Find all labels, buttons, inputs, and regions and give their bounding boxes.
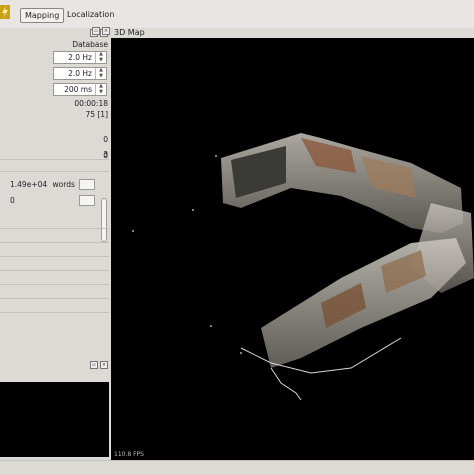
3d-map-canvas[interactable] bbox=[111, 38, 474, 460]
divider bbox=[0, 284, 109, 285]
map-title: 3D Map bbox=[114, 28, 145, 37]
scrollbar[interactable] bbox=[101, 198, 107, 242]
divider bbox=[0, 228, 109, 229]
point-cloud bbox=[132, 133, 474, 401]
divider bbox=[0, 171, 109, 172]
elapsed-time: 00:00:18 bbox=[74, 99, 108, 108]
plot-icon[interactable] bbox=[79, 179, 95, 190]
value-d: 0 bbox=[10, 196, 15, 205]
float-icon[interactable]: ▫ bbox=[92, 27, 100, 35]
divider bbox=[0, 298, 109, 299]
time-threshold-spinbox[interactable]: 200 ms ▲ ▼ bbox=[53, 83, 107, 96]
fps-label: 110.8 FPS bbox=[114, 451, 144, 458]
status-bar bbox=[0, 460, 474, 475]
mapping-button[interactable]: Mapping bbox=[20, 8, 65, 23]
publish-rate-spinbox[interactable]: 2.0 Hz ▲ ▼ bbox=[53, 67, 107, 80]
divider bbox=[0, 242, 109, 243]
float-icon[interactable]: ▫ bbox=[90, 361, 98, 369]
spin-arrows-icon[interactable]: ▲ ▼ bbox=[95, 51, 106, 63]
trajectory bbox=[270, 367, 302, 401]
divider bbox=[0, 312, 109, 313]
toolbar: Mapping Localization bbox=[0, 0, 474, 28]
divider bbox=[0, 270, 109, 271]
value-a: 0 bbox=[103, 135, 108, 144]
value-c-label: 3 bbox=[103, 150, 108, 159]
lightning-icon[interactable] bbox=[0, 5, 10, 19]
divider bbox=[0, 256, 109, 257]
localization-button[interactable]: Localization bbox=[63, 8, 118, 21]
close-icon[interactable]: × bbox=[102, 27, 110, 35]
plot-icon[interactable] bbox=[79, 195, 95, 206]
detection-rate-spinbox[interactable]: 2.0 Hz ▲ ▼ bbox=[53, 51, 107, 64]
close-icon[interactable]: × bbox=[100, 361, 108, 369]
dictionary-size: 1.49e+04 words bbox=[10, 180, 75, 189]
database-label: Database bbox=[72, 40, 108, 49]
spin-arrows-icon[interactable]: ▲ ▼ bbox=[95, 83, 106, 95]
image-view bbox=[0, 382, 109, 457]
spin-arrows-icon[interactable]: ▲ ▼ bbox=[95, 67, 106, 79]
divider bbox=[0, 159, 109, 160]
node-count: 75 [1] bbox=[85, 110, 108, 119]
